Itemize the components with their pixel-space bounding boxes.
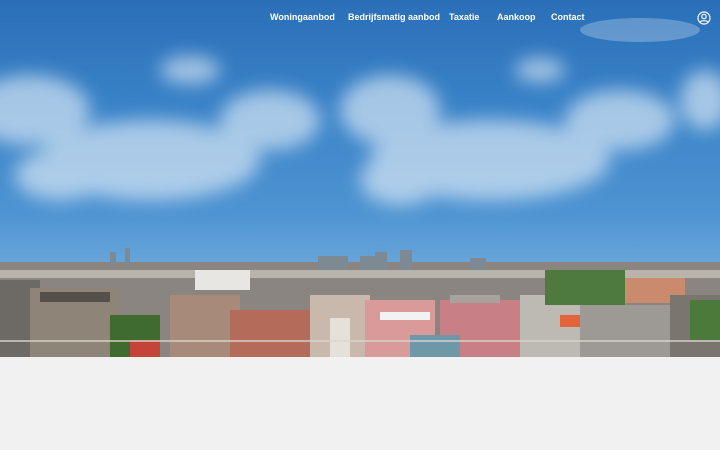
nav-item-woningaanbod[interactable]: Woningaanbod	[270, 12, 335, 22]
page-content-area	[0, 357, 720, 450]
user-account-icon[interactable]	[697, 11, 711, 25]
nav-item-contact[interactable]: Contact	[551, 12, 585, 22]
nav-item-aankoop[interactable]: Aankoop	[497, 12, 536, 22]
nav-item-bedrijfsmatig-aanbod[interactable]: Bedrijfsmatig aanbod	[348, 12, 440, 22]
hero-banner	[0, 0, 720, 357]
sky-clouds	[0, 18, 720, 205]
nav-item-taxatie[interactable]: Taxatie	[449, 12, 479, 22]
city-panorama	[0, 248, 720, 357]
main-navigation: Woningaanbod Bedrijfsmatig aanbod Taxati…	[0, 0, 720, 36]
